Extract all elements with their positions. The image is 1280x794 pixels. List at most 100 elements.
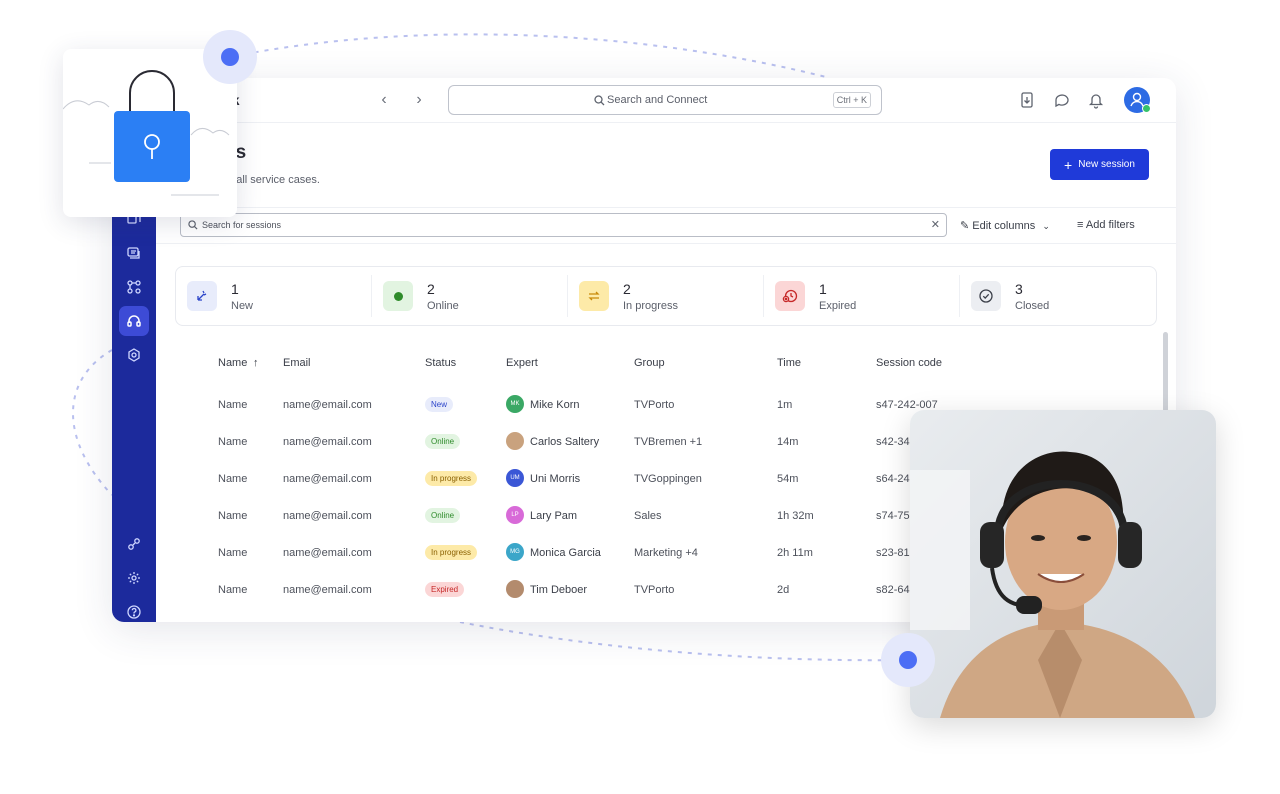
status-badge: In progress <box>425 471 478 486</box>
new-arrow-icon <box>187 281 217 311</box>
status-badge: Online <box>425 508 461 523</box>
cell-email: name@email.com <box>283 547 372 559</box>
search-connect-input[interactable]: Search and Connect Ctrl + K <box>448 85 882 115</box>
cell-group: TVPorto <box>634 399 675 411</box>
cell-email: name@email.com <box>283 399 372 411</box>
cell-expert: Monica Garcia <box>530 547 601 559</box>
cell-name: Name <box>218 510 248 522</box>
stat-expired[interactable]: 1 Expired <box>764 267 960 325</box>
edit-columns-label: Edit columns <box>972 220 1036 232</box>
cell-email: name@email.com <box>283 473 372 485</box>
column-header-group[interactable]: Group <box>634 357 665 369</box>
bell-icon[interactable] <box>1087 91 1105 109</box>
status-badge: In progress <box>425 545 478 560</box>
connector-node-dot <box>221 48 239 66</box>
add-filters-label: Add filters <box>1085 219 1135 231</box>
status-badge: New <box>425 397 454 412</box>
swap-arrows-icon <box>579 281 609 311</box>
stat-online[interactable]: 2 Online <box>372 267 568 325</box>
expired-clock-icon <box>775 281 805 311</box>
cell-time: 14m <box>777 436 799 448</box>
chevron-down-icon: ⌄ <box>1042 221 1050 231</box>
cell-expert: Mike Korn <box>530 399 580 411</box>
status-badge: Expired <box>425 582 465 597</box>
search-icon <box>188 220 198 230</box>
column-header-time[interactable]: Time <box>777 357 801 369</box>
cell-expert: Tim Deboer <box>530 584 588 596</box>
plus-icon: + <box>1064 156 1073 173</box>
cell-session-code: s23-81 <box>876 547 910 559</box>
stat-closed[interactable]: 3 Closed <box>960 267 1156 325</box>
column-header-expert[interactable]: Expert <box>506 357 538 369</box>
agent-with-headset-image <box>910 410 1216 718</box>
column-header-session-code[interactable]: Session code <box>876 357 942 369</box>
cell-name: Name <box>218 473 248 485</box>
cell-group: Sales <box>634 510 662 522</box>
expert-avatar <box>506 432 524 450</box>
stat-new[interactable]: 1 New <box>176 267 372 325</box>
download-icon[interactable] <box>1018 91 1036 109</box>
new-session-button[interactable]: + New session <box>1050 149 1149 180</box>
stat-count: 3 <box>1015 281 1023 297</box>
cell-session-code: s42-34 <box>876 436 910 448</box>
edit-columns-icon: ✎ <box>960 220 970 232</box>
clear-search-icon[interactable]: ✕ <box>931 218 940 231</box>
add-filters-button[interactable]: ≡ Add filters <box>1077 219 1135 231</box>
user-avatar-icon[interactable] <box>1124 87 1151 113</box>
cell-time: 1m <box>777 399 793 411</box>
column-header-email[interactable]: Email <box>283 357 311 369</box>
online-status-dot <box>1142 104 1151 113</box>
new-session-label: New session <box>1078 159 1135 170</box>
check-circle-icon <box>971 281 1001 311</box>
cell-expert: Carlos Saltery <box>530 436 600 448</box>
edit-columns-button[interactable]: ✎ Edit columns ⌄ <box>960 219 1050 232</box>
cell-group: Marketing +4 <box>634 547 698 559</box>
stat-in-progress[interactable]: 2 In progress <box>568 267 764 325</box>
top-bar: sk ‹ › Search and Connect Ctrl + K <box>156 78 1176 123</box>
chevron-right-icon[interactable]: › <box>409 90 429 110</box>
cell-time: 1h 32m <box>777 510 814 522</box>
cell-expert: Lary Pam <box>530 510 578 522</box>
filter-bar: Search for sessions ✕ ✎ Edit columns ⌄ ≡… <box>156 207 1176 244</box>
stat-label: New <box>231 300 254 312</box>
session-search-input[interactable]: Search for sessions ✕ <box>180 213 947 237</box>
sort-ascending-icon[interactable]: ↑ <box>253 357 259 369</box>
cell-session-code: s74-75 <box>876 510 910 522</box>
cell-expert: Uni Morris <box>530 473 581 485</box>
sidebar-item-support-headset-icon[interactable] <box>119 306 149 336</box>
cell-email: name@email.com <box>283 436 372 448</box>
page-subtitle: of all service cases. <box>224 174 320 186</box>
sidebar-item-settings-badge-icon[interactable] <box>122 343 146 367</box>
support-agent-photo <box>910 410 1216 718</box>
cell-name: Name <box>218 584 248 596</box>
connector-node-dot <box>899 651 917 669</box>
expert-avatar: LP <box>506 506 524 524</box>
stat-count: 2 <box>427 281 435 297</box>
stat-label: In progress <box>623 300 679 312</box>
expert-avatar: UM <box>506 469 524 487</box>
chat-icon[interactable] <box>1053 91 1071 109</box>
cell-session-code: s64-24 <box>876 473 910 485</box>
cell-session-code: s82-64 <box>876 584 910 596</box>
sidebar-item-network-icon[interactable] <box>122 532 146 556</box>
stat-label: Online <box>427 300 459 312</box>
stat-label: Expired <box>819 300 857 312</box>
sidebar-item-devices-icon[interactable] <box>122 241 146 265</box>
expert-avatar <box>506 580 524 598</box>
stat-count: 2 <box>623 281 631 297</box>
chevron-left-icon[interactable]: ‹ <box>374 90 394 110</box>
column-header-name[interactable]: Name <box>218 357 247 369</box>
stat-count: 1 <box>231 281 239 297</box>
stat-count: 1 <box>819 281 827 297</box>
status-badge: Online <box>425 434 461 449</box>
sidebar-item-gear-icon[interactable] <box>122 566 146 590</box>
cell-name: Name <box>218 436 248 448</box>
sidebar-item-help-icon[interactable] <box>122 600 146 622</box>
column-header-status[interactable]: Status <box>425 357 456 369</box>
cell-time: 2d <box>777 584 790 596</box>
cell-email: name@email.com <box>283 584 372 596</box>
online-dot-icon <box>383 281 413 311</box>
table-scrollbar[interactable] <box>1163 332 1168 412</box>
cell-time: 54m <box>777 473 799 485</box>
sidebar-item-integrations-icon[interactable] <box>122 275 146 299</box>
